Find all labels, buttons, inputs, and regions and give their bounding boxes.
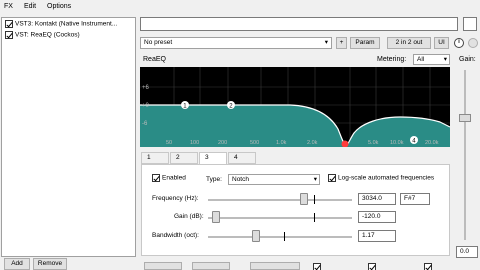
plugin-title: ReaEQ	[143, 56, 166, 63]
db-label: +0	[142, 103, 150, 109]
chevron-down-icon: ▾	[443, 56, 447, 63]
freq-label: 2.0k	[307, 140, 318, 146]
fx-enable-checkbox[interactable]	[5, 31, 13, 39]
bottom-button-2[interactable]	[192, 262, 230, 270]
param-button[interactable]: Param	[350, 37, 380, 49]
window-corner-button[interactable]	[463, 17, 477, 31]
metering-value: All	[417, 56, 425, 63]
gain-slider-track[interactable]	[208, 217, 352, 219]
tab-band-2[interactable]: 2	[170, 152, 198, 164]
master-gain-field[interactable]: 0.0	[456, 246, 478, 258]
logscale-checkbox-row[interactable]: Log-scale automated frequencies	[328, 174, 434, 182]
frequency-slider-track[interactable]	[208, 199, 352, 201]
freq-label: 100	[190, 140, 199, 146]
gain-field[interactable]: -120.0	[358, 211, 396, 223]
tab-band-1[interactable]: 1	[141, 152, 169, 164]
tab-band-4[interactable]: 4	[228, 152, 256, 164]
add-preset-button[interactable]: +	[336, 37, 347, 49]
preset-value: No preset	[144, 39, 173, 46]
freq-label: 20.0k	[425, 140, 439, 146]
bandwidth-default-mark	[284, 232, 285, 241]
fx-name-field[interactable]	[140, 17, 458, 31]
logscale-checkbox[interactable]	[328, 174, 336, 182]
bandwidth-slider-track[interactable]	[208, 236, 352, 238]
fx-item-label: VST3: Kontakt (Native Instrument...	[15, 20, 118, 28]
tab-band-3[interactable]: 3	[199, 152, 227, 164]
db-label: +6	[142, 85, 150, 91]
menu-bar: FX Edit Options	[0, 0, 480, 15]
fx-chain-item-kontakt[interactable]: VST3: Kontakt (Native Instrument...	[5, 20, 117, 30]
band-settings-panel: Enabled Type: Notch ▾ Log-scale automate…	[141, 164, 450, 256]
filter-type-value: Notch	[232, 176, 249, 183]
freq-label: 1.0k	[276, 140, 287, 146]
chevron-down-icon: ▾	[324, 39, 328, 46]
fx-chain-item-reaeq[interactable]: VST: ReaEQ (Cockos)	[5, 31, 80, 41]
bottom-checkbox-1[interactable]	[313, 263, 321, 270]
menu-edit[interactable]: Edit	[24, 3, 36, 10]
gain-default-mark	[314, 213, 315, 222]
metering-label: Metering:	[377, 56, 407, 63]
gain-db-label: Gain (dB):	[174, 213, 204, 220]
add-fx-button[interactable]: Add	[4, 258, 30, 270]
eq-graph[interactable]: +6 +0 -6 50 100 200 500 1.0k 2.0k 5.0k 1…	[140, 67, 450, 147]
freq-label: 5.0k	[368, 140, 379, 146]
freq-label: 10.0k	[390, 140, 404, 146]
enabled-label: Enabled	[162, 174, 186, 182]
master-gain-slider-thumb[interactable]	[459, 114, 471, 122]
bottom-checkbox-3[interactable]	[424, 263, 432, 270]
logscale-label: Log-scale automated frequencies	[338, 174, 435, 182]
menu-options[interactable]: Options	[47, 3, 71, 10]
metering-dropdown[interactable]: All ▾	[413, 54, 450, 65]
fx-enable-checkbox[interactable]	[5, 20, 13, 28]
type-label: Type:	[206, 176, 222, 183]
bandwidth-slider-thumb[interactable]	[252, 230, 260, 242]
master-gain-slider-track[interactable]	[464, 70, 466, 240]
bottom-button-3[interactable]	[250, 262, 300, 270]
filter-type-dropdown[interactable]: Notch ▾	[228, 174, 320, 185]
fx-item-label: VST: ReaEQ (Cockos)	[15, 31, 80, 39]
frequency-label: Frequency (Hz):	[152, 195, 199, 202]
ui-toggle-button[interactable]: UI	[434, 37, 449, 49]
freq-label: 50	[166, 140, 172, 146]
bandwidth-field[interactable]: 1.17	[358, 230, 396, 242]
gain-label: Gain:	[459, 56, 476, 63]
freq-label: 500	[250, 140, 259, 146]
frequency-slider-thumb[interactable]	[300, 193, 308, 205]
bottom-checkbox-2[interactable]	[368, 263, 376, 270]
chevron-down-icon: ▾	[313, 176, 317, 183]
note-field[interactable]: F#7	[400, 193, 430, 205]
gain-slider-thumb[interactable]	[212, 211, 220, 223]
wet-knob[interactable]	[468, 38, 478, 48]
bottom-button-1[interactable]	[144, 262, 182, 270]
preset-dropdown[interactable]: No preset ▾	[140, 37, 332, 49]
io-routing-button[interactable]: 2 in 2 out	[387, 37, 431, 49]
fx-chain-list[interactable]: VST3: Kontakt (Native Instrument... VST:…	[1, 17, 136, 257]
bottom-controls-strip	[140, 262, 480, 270]
power-icon[interactable]	[453, 37, 465, 49]
remove-fx-button[interactable]: Remove	[33, 258, 67, 270]
eq-graph-svg: +6 +0 -6 50 100 200 500 1.0k 2.0k 5.0k 1…	[140, 67, 450, 147]
menu-fx[interactable]: FX	[4, 3, 13, 10]
enabled-checkbox[interactable]	[152, 174, 160, 182]
eq-curve-fill	[140, 105, 450, 147]
frequency-field[interactable]: 3034.0	[358, 193, 396, 205]
frequency-default-mark	[314, 195, 315, 204]
enabled-checkbox-row[interactable]: Enabled	[152, 174, 186, 182]
db-label: -6	[142, 121, 148, 127]
freq-label: 200	[218, 140, 227, 146]
bandwidth-label: Bandwidth (oct):	[152, 232, 199, 239]
